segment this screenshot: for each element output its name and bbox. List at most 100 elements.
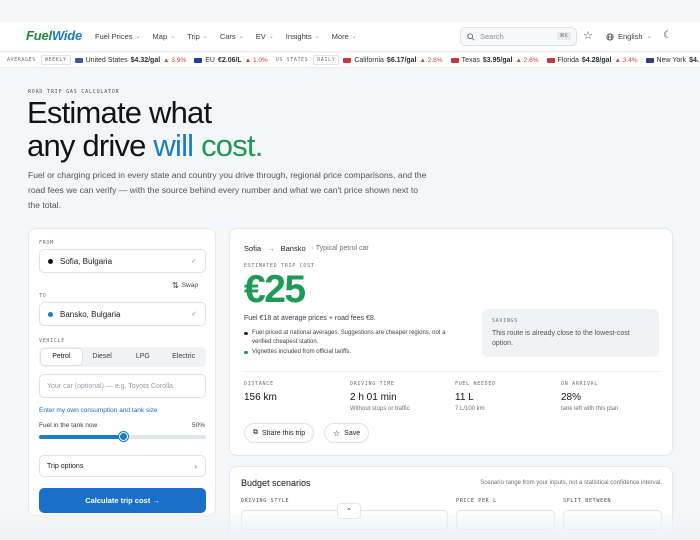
car-model-input[interactable]: Your car (optional) — e.g. Toyota Coroll…	[39, 374, 206, 398]
copy-link-icon: ⧉	[253, 429, 258, 436]
save-trip-button[interactable]: ☆ Save	[324, 423, 370, 443]
nav-item-map[interactable]: Map ⌄	[153, 32, 176, 41]
savings-text: This route is already close to the lowes…	[492, 330, 630, 347]
page-title: Estimate what any drive will cost.	[27, 96, 263, 162]
flag-icon	[74, 57, 83, 63]
swap-arrows-icon: ⇅	[172, 281, 179, 290]
share-label: Share this trip	[262, 429, 306, 437]
fuelwide-logo[interactable]: FuelWide	[26, 28, 82, 43]
origin-dot-icon	[48, 258, 53, 264]
ticker-item[interactable]: EU €2.06/L ▲ 1.0%	[194, 57, 268, 64]
nav-item-ev[interactable]: EV ⌄	[256, 32, 274, 41]
search-box[interactable]: Search ⌘K	[460, 27, 577, 46]
stat-label: DISTANCE	[244, 381, 274, 387]
language-label: English	[618, 32, 643, 41]
trip-total-price: €25	[244, 268, 306, 311]
check-icon: ✓	[191, 258, 197, 265]
chevron-down-icon: ⌄	[202, 34, 208, 40]
custom-consumption-link[interactable]: Enter my own consumption and tank size	[39, 407, 158, 414]
ticker-item[interactable]: Texas $3.95/gal ▲ 2.6%	[450, 56, 539, 64]
nav-item-label: EV	[255, 32, 266, 41]
swap-button[interactable]: ⇅ Swap	[172, 281, 198, 290]
chevron-down-icon: ⌄	[646, 34, 652, 40]
nav-item-label: Insights	[285, 32, 312, 41]
stat-value: 156 km	[244, 392, 277, 403]
from-label: FROM	[39, 240, 54, 246]
split-between-label: SPLIT BETWEEN	[563, 498, 612, 504]
chevron-down-icon: ⌄	[314, 34, 320, 40]
star-icon: ☆	[333, 428, 341, 438]
vehicle-label: VEHICLE	[39, 338, 65, 344]
driving-style-label: DRIVING STYLE	[241, 498, 290, 504]
nav-item-label: Map	[152, 32, 168, 41]
ticker-price: $6.17/gal	[386, 56, 417, 64]
flag-icon	[645, 57, 654, 63]
ticker-item[interactable]: United States $4.32/gal ▲ 3.9%	[74, 56, 187, 64]
stat-label: ON ARRIVAL	[561, 381, 599, 387]
tank-level-slider[interactable]	[39, 432, 206, 441]
slider-thumb[interactable]	[118, 432, 128, 441]
title-accent-cost: cost.	[201, 128, 263, 163]
language-selector[interactable]: English ⌄	[606, 32, 652, 41]
nav-item-cars[interactable]: Cars ⌄	[220, 32, 244, 41]
vehicle-option-diesel[interactable]: Diesel	[82, 349, 123, 365]
chevron-down-icon: ⌄	[238, 34, 244, 40]
ticker-change: ▲ 1.0%	[244, 56, 268, 64]
ticker-region: EU	[205, 56, 215, 64]
chevron-down-icon: ⌄	[351, 34, 357, 40]
ticker-item[interactable]: New York $4.	[645, 57, 700, 64]
ticker-item[interactable]: California $6.17/gal ▲ 2.8%	[343, 56, 443, 64]
price-per-l-label: PRICE PER L	[456, 498, 497, 504]
ticker-us-states-label: US STATES	[275, 57, 309, 63]
logo-text-fuel: Fuel	[26, 28, 52, 43]
cost-note-item: Vignettes included from official tariffs…	[244, 348, 464, 357]
calculate-button[interactable]: Calculate trip cost →	[39, 488, 206, 513]
ticker-region: Florida	[557, 56, 579, 64]
favorites-star-icon[interactable]: ☆	[583, 30, 593, 42]
dark-mode-moon-icon[interactable]: ☾	[663, 30, 672, 41]
savings-panel: SAVINGS This route is already close to t…	[482, 309, 659, 357]
price-ticker: AVERAGES WEEKLY United States $4.32/gal ▲ …	[0, 53, 700, 68]
ticker-averages-label: AVERAGES	[7, 57, 36, 63]
cost-notes: Fuel priced at national averages. Sugges…	[244, 329, 464, 359]
stat-label: DRIVING TIME	[350, 381, 395, 387]
nav-item-more[interactable]: More ⌄	[332, 32, 357, 41]
to-input[interactable]: Bansko, Bulgaria ✓	[39, 302, 206, 326]
savings-label: SAVINGS	[492, 318, 518, 324]
chevron-up-icon[interactable]: ⌃	[337, 503, 361, 519]
nav-item-label: Fuel Prices	[95, 32, 133, 41]
ticker-change: ▲ 3.4%	[614, 56, 638, 64]
stat-distance: DISTANCE 156 km	[244, 381, 344, 406]
flag-icon	[194, 57, 203, 63]
trip-options-button[interactable]: Trip options ›	[39, 455, 206, 477]
ticker-change: ▲ 2.8%	[419, 56, 443, 64]
flag-icon	[450, 57, 459, 63]
cost-note-item: Fuel priced at national averages. Sugges…	[244, 329, 464, 346]
trip-options-label: Trip options	[47, 462, 84, 470]
vehicle-option-electric[interactable]: Electric	[163, 349, 204, 365]
ticker-item[interactable]: Florida $4.28/gal ▲ 3.4%	[546, 56, 638, 64]
route-summary: Sofia → Bansko · Typical petrol car	[244, 244, 369, 253]
vehicle-type-selector: Petrol Diesel LPG Electric	[39, 347, 206, 367]
nav-item-fuel-prices[interactable]: Fuel Prices ⌄	[95, 32, 141, 41]
chevron-down-icon: ⌄	[135, 34, 141, 40]
cost-breakdown: Fuel €18 at average prices + road fees €…	[244, 315, 376, 322]
stat-subtext: 7 L/100 km	[455, 406, 485, 412]
flag-icon	[546, 57, 555, 63]
stat-label: FUEL NEEDED	[455, 381, 496, 387]
chevron-right-icon: ›	[194, 461, 197, 471]
title-line-1: Estimate what	[27, 95, 212, 130]
arrow-right-icon: →	[267, 244, 275, 253]
ticker-change: ▲ 3.9%	[163, 56, 187, 64]
nav-item-trip[interactable]: Trip ⌄	[187, 32, 208, 41]
ticker-region: Texas	[461, 56, 480, 64]
from-input[interactable]: Sofia, Bulgaria ✓	[39, 249, 206, 273]
vehicle-option-petrol[interactable]: Petrol	[41, 349, 82, 365]
ticker-region: California	[354, 56, 384, 64]
page-subtitle: Fuel or charging priced in every state a…	[28, 170, 427, 210]
chevron-down-icon: ⌄	[268, 34, 274, 40]
stat-subtext: Without stops or traffic	[350, 406, 410, 412]
vehicle-option-lpg[interactable]: LPG	[123, 349, 164, 365]
share-trip-button[interactable]: ⧉ Share this trip	[244, 423, 315, 443]
nav-item-insights[interactable]: Insights ⌄	[286, 32, 320, 41]
